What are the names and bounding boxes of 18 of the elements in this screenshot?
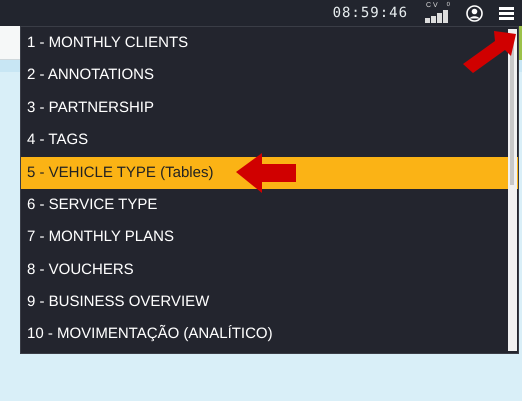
- menu-item[interactable]: 1 - MONTHLY CLIENTS: [21, 27, 518, 60]
- menu-item[interactable]: 2 - ANNOTATIONS: [21, 59, 518, 92]
- clock-time: 08:59:46: [332, 4, 408, 22]
- scrollbar[interactable]: [508, 29, 517, 351]
- menu-item[interactable]: 3 - PARTNERSHIP: [21, 92, 518, 124]
- pointer-arrow: [463, 31, 516, 73]
- signal-bars-icon: [425, 10, 449, 23]
- menu-item[interactable]: 5 - VEHICLE TYPE (Tables): [21, 156, 518, 189]
- user-icon[interactable]: [466, 4, 483, 22]
- menu-item[interactable]: 8 - VOUCHERS: [21, 254, 518, 286]
- pointer-arrow: [236, 153, 296, 193]
- menu-item[interactable]: 7 - MONTHLY PLANS: [21, 221, 518, 254]
- menu-item[interactable]: 10 - MOVIMENTAÇÃO (ANALÍTICO): [21, 318, 518, 351]
- menu-icon[interactable]: [499, 6, 514, 20]
- menu-item[interactable]: 4 - TAGS: [21, 124, 518, 157]
- status-stripe: [519, 26, 522, 60]
- menu-item[interactable]: 9 - BUSINESS OVERVIEW: [21, 286, 518, 319]
- menu-item[interactable]: 6 - SERVICE TYPE: [21, 188, 518, 222]
